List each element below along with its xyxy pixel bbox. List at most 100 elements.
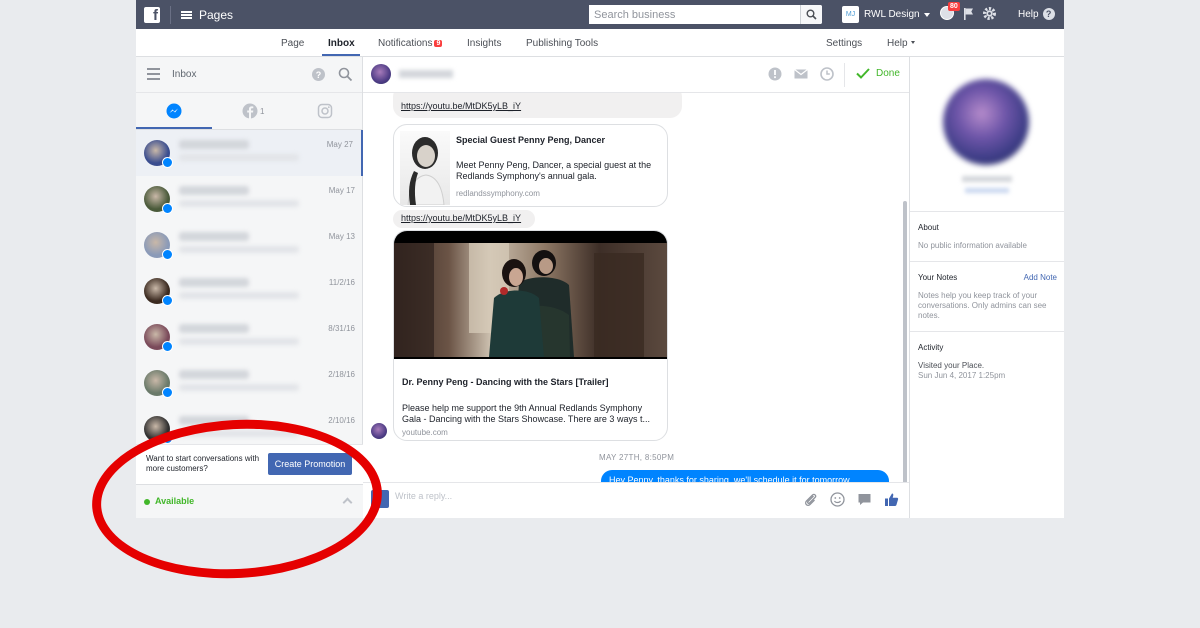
contact-name (179, 186, 249, 195)
conversation-item[interactable]: May 13 (136, 222, 363, 268)
scrollbar[interactable] (903, 201, 907, 482)
contact-profile-link[interactable] (965, 188, 1009, 193)
message-bubble: https://youtu.be/MtDK5yLB_iY (393, 93, 682, 118)
activity-date: Sun Jun 4, 2017 1:25pm (918, 371, 1006, 380)
page-nav: Page Inbox Notifications 9 Insights Publi… (136, 29, 1064, 57)
account-name: RWL Design (864, 9, 920, 20)
link-preview-title: Special Guest Penny Peng, Dancer (456, 135, 606, 145)
chevron-down-icon (923, 12, 930, 17)
saved-replies-icon[interactable] (857, 492, 872, 507)
facebook-logo-icon[interactable]: f (144, 6, 160, 23)
search-button[interactable] (800, 5, 822, 24)
pages-label: Pages (199, 7, 234, 22)
conversation-date: 11/2/16 (328, 278, 355, 287)
message-bubble: https://youtu.be/MtDK5yLB_iY (393, 210, 535, 228)
tab-settings[interactable]: Settings (826, 38, 862, 49)
account-switcher[interactable]: MJ RWL Design (842, 6, 930, 23)
settings-button[interactable] (982, 6, 997, 21)
gear-icon (983, 7, 996, 20)
conversation-list: May 27 May 17 May 13 11/2/16 8/31/16 2/18/16 2… (136, 57, 363, 444)
thumbs-up-icon[interactable] (884, 492, 899, 507)
account-avatar: MJ (842, 6, 859, 23)
notifications-count-badge: 9 (434, 40, 443, 47)
help-dropdown[interactable]: Help (887, 38, 915, 49)
link-preview-source: redlandssymphony.com (456, 189, 540, 198)
checkmark-icon (856, 68, 870, 79)
help-dropdown-label: Help (887, 38, 908, 49)
link-preview-card[interactable]: Special Guest Penny Peng, Dancer Meet Pe… (393, 124, 668, 207)
add-note-link[interactable]: Add Note (1024, 273, 1057, 282)
search-bar (589, 5, 822, 24)
done-label: Done (876, 68, 900, 79)
conversation-date: May 13 (328, 232, 355, 241)
message-link[interactable]: https://youtu.be/MtDK5yLB_iY (401, 101, 521, 111)
conversation-item[interactable]: 11/2/16 (136, 268, 363, 314)
emoji-icon[interactable] (830, 492, 845, 507)
tab-publishing-tools[interactable]: Publishing Tools (526, 38, 598, 49)
help-menu[interactable]: Help ? (1018, 8, 1055, 20)
composer-actions (803, 492, 899, 507)
contact-profile-name[interactable] (962, 176, 1012, 182)
conversation-item[interactable]: 2/18/16 (136, 360, 363, 406)
notes-heading: Your Notes (918, 273, 958, 282)
top-icons: 80 (940, 2, 997, 21)
top-bar: f Pages MJ RWL Design 80 (136, 0, 1064, 29)
video-preview-card[interactable]: Dr. Penny Peng - Dancing with the Stars … (393, 230, 668, 441)
video-thumbnail[interactable] (394, 231, 667, 359)
contact-name[interactable] (399, 70, 453, 78)
message-preview (179, 338, 299, 345)
conversation-date: May 27 (326, 140, 353, 149)
messenger-badge-icon (162, 203, 173, 214)
conversation-item[interactable]: May 17 (136, 176, 363, 222)
help-label: Help (1018, 8, 1039, 20)
conversation-header: Done (363, 57, 909, 93)
messenger-badge-icon (162, 387, 173, 398)
reply-input[interactable] (395, 491, 755, 501)
mark-unread-icon[interactable] (794, 68, 808, 80)
contact-name (179, 232, 249, 241)
contact-avatar-small (371, 423, 387, 439)
reply-composer (363, 482, 909, 518)
tab-insights[interactable]: Insights (467, 38, 501, 49)
message-preview (179, 154, 299, 161)
contact-name (179, 324, 249, 333)
message-preview (179, 200, 299, 207)
tab-page[interactable]: Page (281, 38, 304, 49)
dancers-image (394, 243, 644, 357)
conversation-item[interactable]: 8/31/16 (136, 314, 363, 360)
divider (844, 63, 845, 87)
notifications-button[interactable]: 80 (940, 2, 960, 21)
spam-alert-icon[interactable] (768, 67, 782, 81)
done-button[interactable]: Done (856, 68, 900, 79)
contact-avatar[interactable] (371, 64, 391, 84)
contact-name (179, 370, 249, 379)
activity-section: Activity Visited your Place. Sun Jun 4, … (910, 331, 1064, 391)
message-timestamp: MAY 27TH, 8:50PM (599, 453, 675, 462)
outgoing-message: Hey Penny, thanks for sharing, we'll sch… (601, 470, 889, 482)
search-input[interactable] (589, 5, 800, 24)
conversation-date: 2/10/16 (328, 416, 355, 425)
paperclip-icon[interactable] (803, 492, 818, 507)
clock-icon[interactable] (820, 67, 834, 81)
contact-name (179, 140, 249, 149)
tab-notifications[interactable]: Notifications 9 (378, 38, 443, 49)
search-icon (806, 9, 817, 20)
chevron-down-icon (910, 41, 915, 44)
message-link[interactable]: https://youtu.be/MtDK5yLB_iY (401, 213, 521, 223)
link-preview-description: Meet Penny Peng, Dancer, a special guest… (456, 160, 652, 181)
messenger-badge-icon (162, 295, 173, 306)
conversation-item[interactable]: May 27 (136, 130, 363, 176)
flag-button[interactable] (961, 6, 976, 21)
conversation-actions (768, 67, 834, 81)
portrait-image (407, 137, 445, 206)
pages-menu[interactable]: Pages (181, 8, 233, 22)
video-description: Please help me support the 9th Annual Re… (402, 403, 650, 424)
tab-inbox[interactable]: Inbox (328, 38, 355, 49)
about-text: No public information available (918, 241, 1027, 250)
video-title: Dr. Penny Peng - Dancing with the Stars … (402, 377, 609, 387)
link-preview-image (400, 131, 450, 206)
contact-profile-photo[interactable] (943, 79, 1029, 165)
tab-notifications-label: Notifications (378, 38, 433, 49)
flag-icon (964, 8, 973, 20)
messenger-badge-icon (162, 157, 173, 168)
